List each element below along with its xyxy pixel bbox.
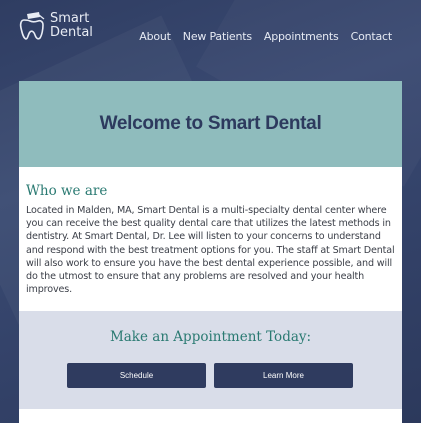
appointment-buttons: Schedule Learn More — [67, 363, 353, 388]
nav-appointments[interactable]: Appointments — [264, 30, 339, 43]
about-heading: Who we are — [26, 183, 108, 199]
hero-banner: Welcome to Smart Dental — [19, 81, 402, 167]
nav-contact[interactable]: Contact — [351, 30, 393, 43]
site-header: Smart Dental About New Patients Appointm… — [0, 0, 421, 60]
brand-name: Smart Dental — [50, 12, 93, 40]
brand-name-line1: Smart — [50, 11, 90, 26]
about-body: Located in Malden, MA, Smart Dental is a… — [26, 205, 395, 296]
nav-about[interactable]: About — [139, 30, 171, 43]
nav-new-patients[interactable]: New Patients — [183, 30, 252, 43]
content-card: Welcome to Smart Dental Who we are Locat… — [19, 81, 402, 423]
brand-name-line2: Dental — [50, 25, 93, 40]
appointment-heading: Make an Appointment Today: — [109, 329, 312, 345]
tooth-icon — [19, 12, 45, 40]
appointment-section: Make an Appointment Today: Schedule Lear… — [19, 311, 402, 409]
learn-more-button[interactable]: Learn More — [214, 363, 353, 388]
about-section: Who we are Located in Malden, MA, Smart … — [19, 167, 402, 296]
brand-logo[interactable]: Smart Dental — [18, 10, 93, 42]
schedule-button[interactable]: Schedule — [67, 363, 206, 388]
main-nav: About New Patients Appointments Contact — [139, 30, 392, 43]
hero-title: Welcome to Smart Dental — [99, 113, 322, 134]
